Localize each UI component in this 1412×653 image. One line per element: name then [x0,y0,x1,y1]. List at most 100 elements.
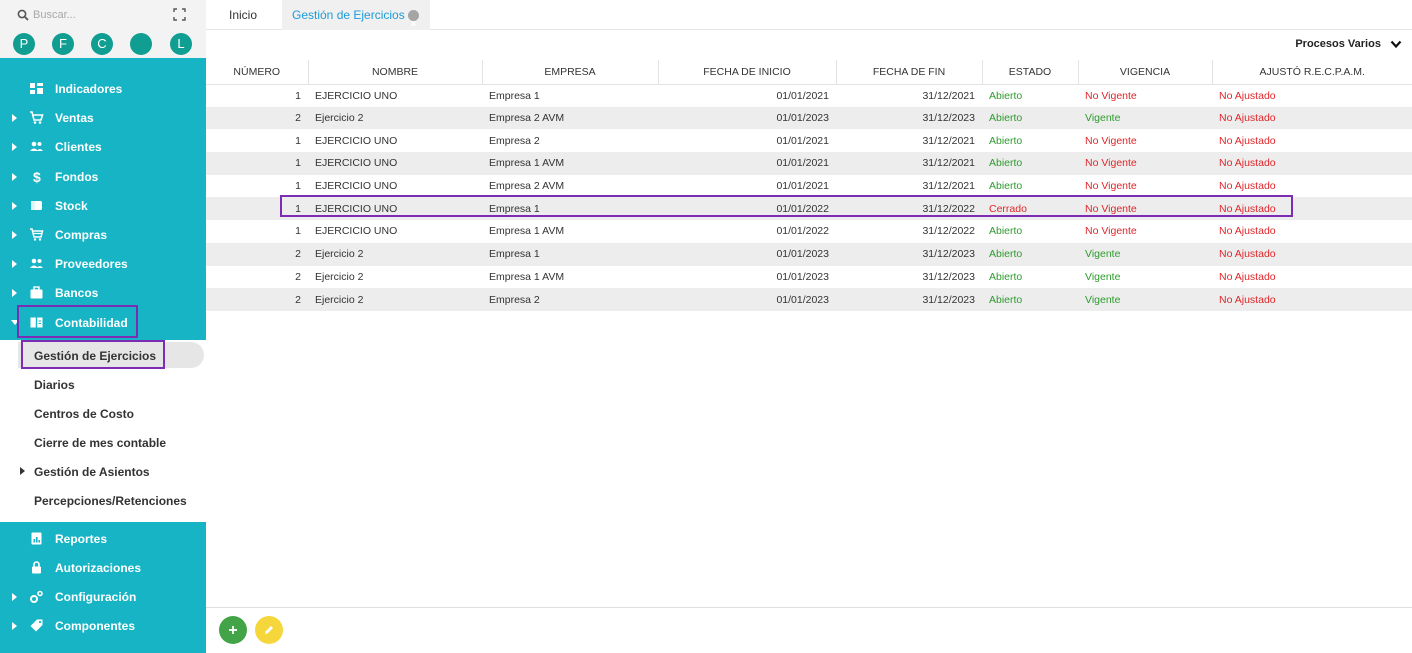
menu-item-configuracion[interactable]: Configuración [0,582,206,611]
dashboard-icon [30,83,43,94]
submenu-item-diarios[interactable]: Diarios [0,370,206,398]
caret-right-icon [12,593,17,601]
column-header[interactable]: Vigencia [1078,60,1213,85]
edit-button[interactable] [255,616,283,644]
cell-fecha-inicio: 01/01/2023 [658,106,836,130]
column-header[interactable]: Empresa [482,60,659,85]
cell-nombre: EJERCICIO UNO [315,89,398,102]
submenu-item-centros-costo[interactable]: Centros de Costo [0,399,206,427]
cell-nombre: Ejercicio 2 [315,270,364,283]
selected-row-highlight [280,195,1293,217]
tab-gestion-ejercicios[interactable]: Gestión de Ejercicios [282,0,430,30]
tab-label: Gestión de Ejercicios [292,8,405,22]
cell-empresa: Empresa 1 AVM [489,270,565,283]
cell-fecha-fin: 31/12/2022 [922,225,975,238]
menu-item-compras[interactable]: Compras [0,220,206,249]
table-header-row: Número Nombre Empresa Fecha de inicio Fe… [206,60,1412,85]
column-header[interactable]: Fecha de fin [836,60,983,85]
menu-item-autorizaciones[interactable]: Autorizaciones [0,553,206,582]
cell-nombre: Ejercicio 2 [308,242,482,266]
close-icon[interactable] [408,10,419,26]
column-header[interactable]: Número [206,60,309,85]
search-input[interactable] [33,6,153,24]
cell-vigencia: No Vigente [1085,89,1137,102]
table-row[interactable]: 2 Ejercicio 2 Empresa 2 AVM 01/01/2023 31/12… [206,106,1412,130]
procesos-label: Procesos Varios [1295,38,1381,51]
cart-icon [30,111,44,124]
column-header[interactable]: Fecha de inicio [658,60,837,85]
table-row[interactable]: 1 EJERCICIO UNO Empresa 1 AVM 01/01/2022 31/… [206,220,1412,243]
action-bar: Procesos Varios [206,30,1412,60]
briefcase-icon [30,286,43,299]
cell-empresa: Empresa 2 AVM [482,106,658,130]
cell-fecha-fin: 31/12/2023 [836,242,982,266]
cell-numero: 2 [206,242,308,266]
menu-label: Bancos [55,286,99,300]
cell-fecha-inicio: 01/01/2023 [776,270,829,283]
add-button[interactable] [219,616,247,644]
menu-label: Stock [55,199,88,213]
submenu-item-percepciones[interactable]: Percepciones/Retenciones [0,486,206,514]
avatar-f[interactable]: F [52,33,74,55]
menu-item-ventas[interactable]: Ventas [0,103,206,132]
avatar-c[interactable]: C [91,33,113,55]
cell-estado: Abierto [989,134,1023,147]
search-icon [17,9,29,21]
footer-bar [206,607,1412,653]
dollar-icon: $ [33,169,41,184]
caret-right-icon [12,260,17,268]
procesos-varios-dropdown[interactable]: Procesos Varios [1295,38,1402,50]
search-bar [0,0,206,30]
menu-label: Clientes [55,140,102,154]
submenu-item-cierre-mes[interactable]: Cierre de mes contable [0,428,206,456]
cell-fecha-inicio: 01/01/2021 [658,152,836,175]
cell-ajusto: No Ajustado [1219,89,1276,102]
menu-item-reportes[interactable]: Reportes [0,524,206,553]
menu-item-clientes[interactable]: Clientes [0,132,206,161]
submenu-item-gestion-asientos[interactable]: Gestión de Asientos [0,457,206,485]
menu-item-stock[interactable]: Stock [0,191,206,220]
cell-vigencia: No Vigente [1085,225,1137,238]
cell-vigencia: No Vigente [1078,152,1212,175]
avatar-l[interactable]: L [170,33,192,55]
table-row[interactable]: 2 Ejercicio 2 Empresa 1 AVM 01/01/2023 31/12… [206,266,1412,289]
menu-item-indicadores[interactable]: Indicadores [0,74,206,103]
menu-item-fondos[interactable]: $ Fondos [0,162,206,191]
column-header[interactable]: Ajustó R.E.C.P.A.M. [1212,60,1412,85]
cell-estado: Abierto [982,106,1078,130]
cell-fecha-inicio: 01/01/2021 [776,134,829,147]
tab-inicio[interactable]: Inicio [206,0,280,30]
cell-estado: Abierto [989,270,1023,283]
cell-fecha-fin: 31/12/2023 [836,106,982,130]
cell-ajusto: No Ajustado [1212,288,1412,311]
submenu-label: Centros de Costo [34,407,135,421]
cell-ajusto: No Ajustado [1212,106,1412,130]
fullscreen-icon[interactable] [173,8,186,21]
cell-fecha-inicio: 01/01/2023 [658,242,836,266]
caret-right-icon [12,231,17,239]
column-header[interactable]: Estado [982,60,1079,85]
menu-item-componentes[interactable]: Componentes [0,611,206,640]
cell-estado: Abierto [989,225,1023,238]
table-row[interactable]: 2 Ejercicio 2 Empresa 1 01/01/2023 31/12/202… [206,242,1412,266]
cell-nombre: EJERCICIO UNO [315,134,398,147]
submenu-label: Gestión de Asientos [34,465,150,479]
cell-empresa: Empresa 1 [489,89,540,102]
cell-numero: 1 [295,134,301,147]
column-header[interactable]: Nombre [308,60,483,85]
table-row[interactable]: 2 Ejercicio 2 Empresa 2 01/01/2023 31/12/202… [206,288,1412,311]
cell-vigencia: Vigente [1078,288,1212,311]
menu-item-proveedores[interactable]: Proveedores [0,249,206,278]
table-row[interactable]: 1 EJERCICIO UNO Empresa 1 01/01/2021 31/12/2… [206,84,1412,107]
menu-item-bancos[interactable]: Bancos [0,278,206,307]
cell-ajusto: No Ajustado [1219,270,1276,283]
avatar-p[interactable]: P [13,33,35,55]
avatar-blank[interactable] [130,33,152,55]
cell-nombre: Ejercicio 2 [308,288,482,311]
table-row[interactable]: 1 EJERCICIO UNO Empresa 2 01/01/2021 31/12/2… [206,129,1412,152]
chevron-down-icon [1390,40,1402,48]
pencil-icon [265,626,273,634]
table-row[interactable]: 1 EJERCICIO UNO Empresa 1 AVM 01/01/2021 31/… [206,152,1412,175]
caret-right-icon [12,143,17,151]
menu-label: Configuración [55,590,137,604]
